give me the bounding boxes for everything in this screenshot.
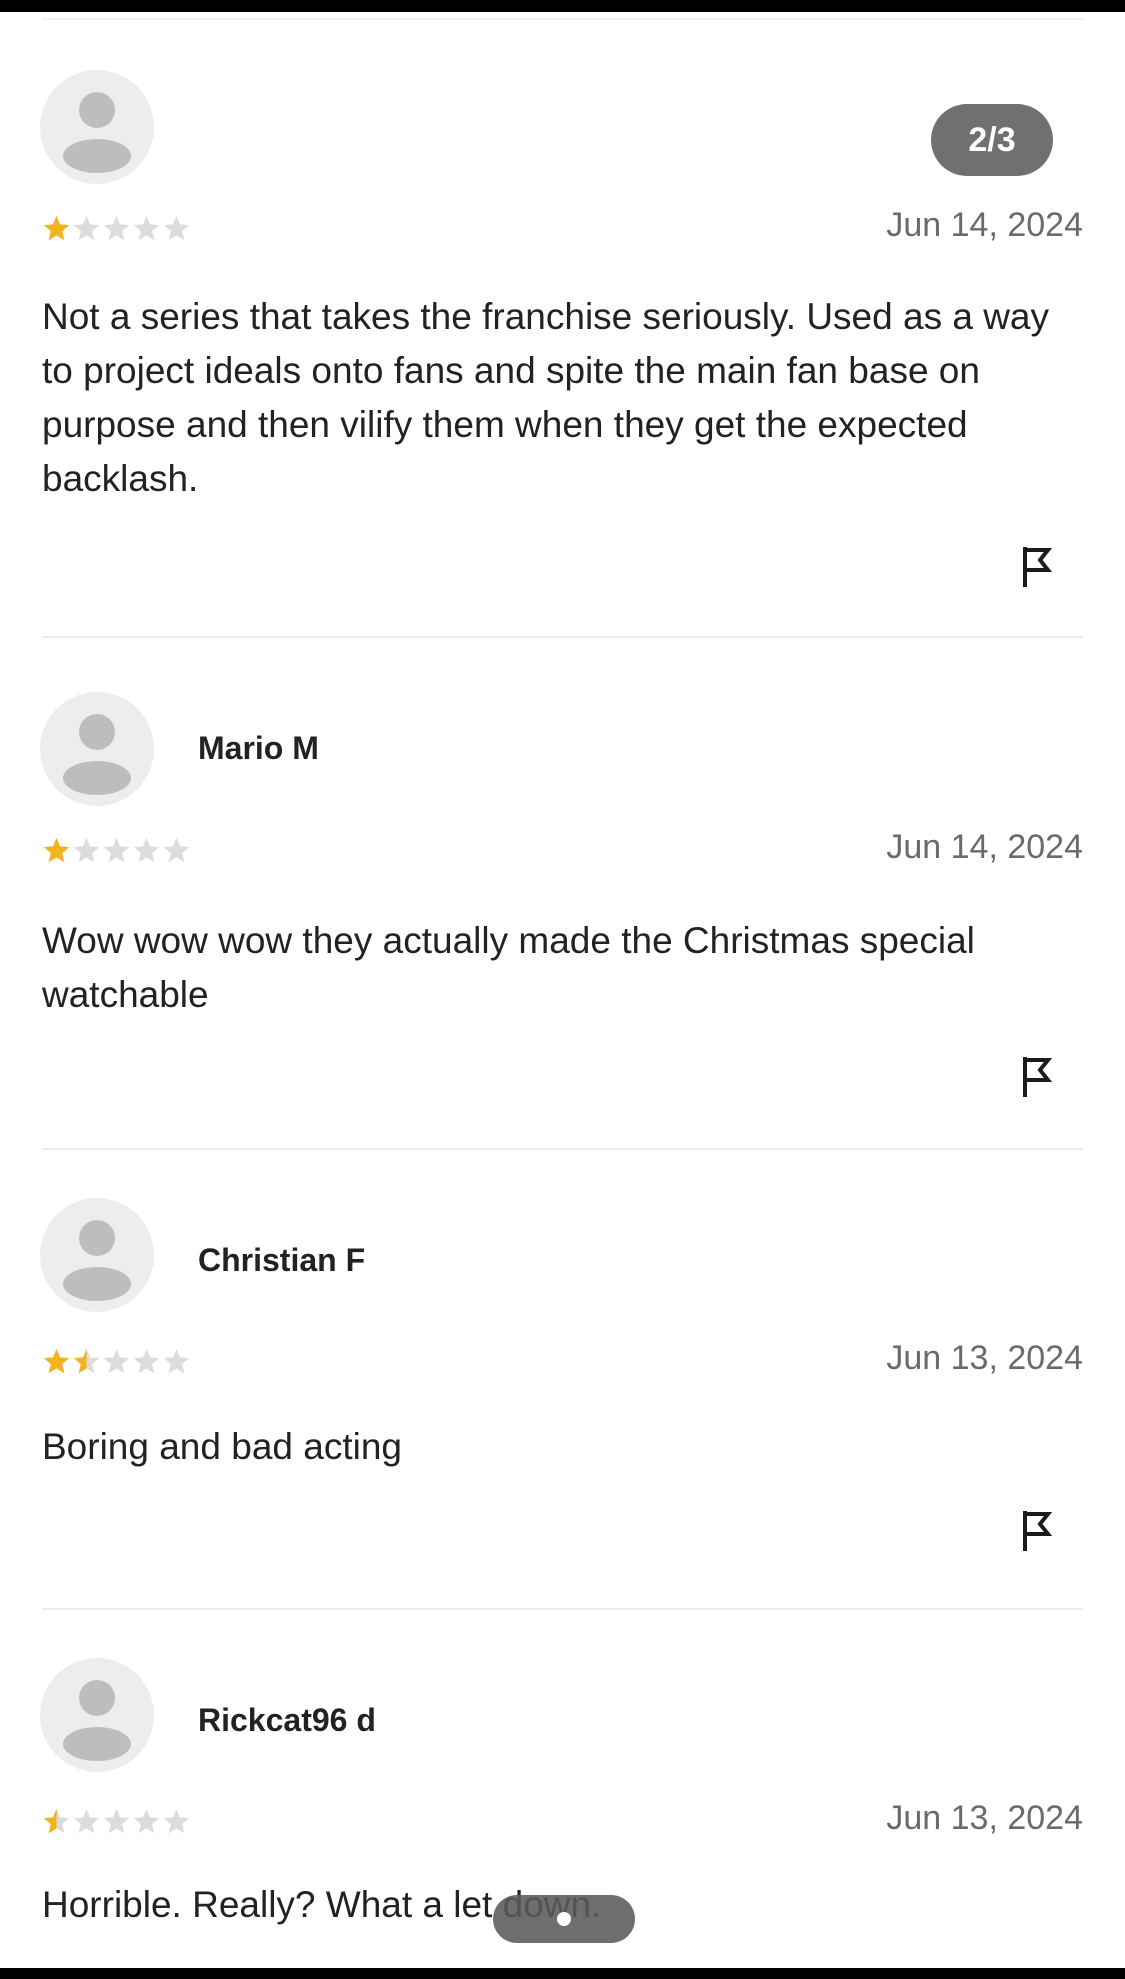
star-rating <box>42 1347 191 1376</box>
report-flag-button[interactable] <box>1020 1508 1056 1554</box>
star-rating <box>42 1807 191 1836</box>
star-icon <box>133 837 160 863</box>
star-icon <box>163 1348 190 1374</box>
flag-icon <box>1023 1511 1053 1551</box>
divider <box>42 1148 1083 1150</box>
star-icon <box>73 1808 100 1834</box>
star-icon <box>163 837 190 863</box>
star-icon <box>73 837 100 863</box>
star-icon <box>103 1808 130 1834</box>
review-date: Jun 14, 2024 <box>886 206 1083 244</box>
avatar <box>40 70 154 184</box>
star-rating <box>42 836 191 865</box>
report-flag-button[interactable] <box>1020 544 1056 590</box>
reviews-page: 2/3 Jun 14, 2024 Not a series that takes… <box>0 12 1125 1968</box>
star-icon <box>133 1348 160 1374</box>
star-icon <box>103 837 130 863</box>
divider <box>42 18 1083 20</box>
star-icon <box>133 1808 160 1834</box>
star-icon <box>43 837 70 863</box>
star-icon <box>103 1348 130 1374</box>
star-icon <box>43 215 70 241</box>
divider <box>42 1608 1083 1610</box>
star-icon <box>43 1348 70 1374</box>
flag-icon <box>1023 547 1053 587</box>
page-indicator[interactable] <box>493 1895 635 1943</box>
star-icon <box>133 215 160 241</box>
avatar <box>40 1658 154 1772</box>
avatar-placeholder-icon <box>63 714 131 795</box>
review-text: Not a series that takes the franchise se… <box>42 296 1050 499</box>
review-text: Wow wow wow they actually made the Chris… <box>42 920 975 1015</box>
image-counter-badge: 2/3 <box>931 104 1053 176</box>
avatar <box>40 692 154 806</box>
avatar-placeholder-icon <box>63 1220 131 1301</box>
review-date: Jun 13, 2024 <box>886 1799 1083 1837</box>
star-icon <box>163 215 190 241</box>
avatar-placeholder-icon <box>63 92 131 173</box>
reviewer-name[interactable]: Mario M <box>198 730 319 767</box>
page-indicator-dot <box>557 1912 571 1926</box>
review-date: Jun 13, 2024 <box>886 1339 1083 1377</box>
star-icon <box>73 215 100 241</box>
reviewer-name[interactable]: Rickcat96 d <box>198 1702 376 1739</box>
star-icon <box>163 1808 190 1834</box>
review-text: Boring and bad acting <box>42 1426 402 1467</box>
review-date: Jun 14, 2024 <box>886 828 1083 866</box>
flag-icon <box>1023 1057 1053 1097</box>
divider <box>42 636 1083 638</box>
avatar <box>40 1198 154 1312</box>
star-icon <box>73 1348 100 1374</box>
star-rating <box>42 214 191 243</box>
star-icon <box>103 215 130 241</box>
reviewer-name[interactable]: Christian F <box>198 1242 365 1279</box>
report-flag-button[interactable] <box>1020 1054 1056 1100</box>
avatar-placeholder-icon <box>63 1680 131 1761</box>
star-icon <box>43 1808 70 1834</box>
